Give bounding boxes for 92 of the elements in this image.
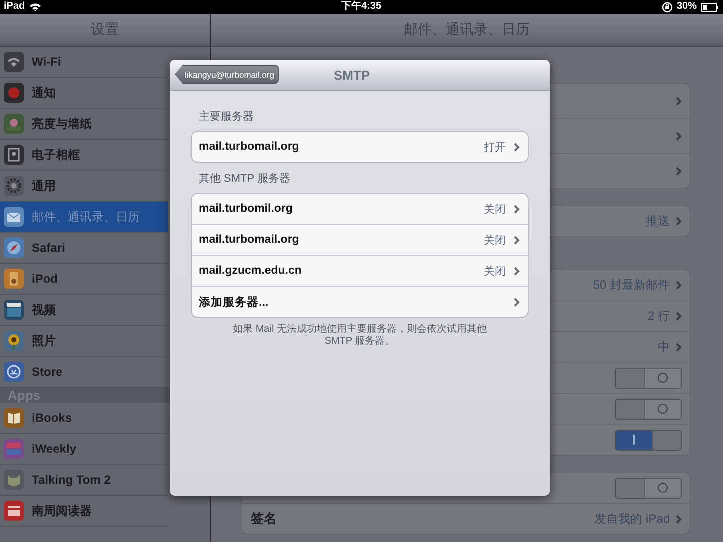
item-label: Wi-Fi (32, 55, 62, 69)
item-label: Talking Tom 2 (32, 473, 111, 487)
row-value: 发自我的 iPad (594, 510, 670, 528)
sidebar-item[interactable]: Talking Tom 2 (0, 465, 168, 496)
row-value: 2 行 (648, 308, 670, 324)
item-label: 照片 (32, 332, 56, 350)
chevron-icon (676, 514, 682, 524)
item-label: 亮度与墙纸 (32, 116, 92, 132)
row-label: 签名 (251, 510, 277, 528)
sidebar-item[interactable]: Safari (0, 233, 168, 264)
server-row[interactable]: mail.turbomil.org 关闭 (192, 194, 528, 225)
detail-title: 邮件、通讯录、日历 (404, 21, 530, 39)
wifi-icon (29, 2, 42, 12)
item-label: Safari (32, 241, 66, 255)
sidebar-item[interactable]: 亮度与墙纸 (0, 109, 168, 140)
chevron-icon (514, 266, 520, 276)
gear-icon (4, 176, 24, 196)
sidebar-item[interactable]: 邮件、通讯录、日历 (0, 202, 168, 233)
chevron-icon (676, 312, 682, 320)
server-status: 打开 (484, 140, 506, 154)
chevron-icon (514, 142, 520, 152)
chevron-icon (676, 280, 682, 290)
server-row[interactable]: mail.turbomail.org 关闭 (192, 225, 528, 256)
envelope-icon (4, 207, 24, 227)
item-label: 电子相框 (32, 146, 80, 164)
item-label: iBooks (32, 411, 72, 425)
chevron-icon (514, 298, 520, 306)
sidebar-item[interactable]: Wi-Fi (0, 47, 168, 78)
sidebar-item[interactable]: 南周阅读器 (0, 496, 168, 527)
device-name: iPad (4, 1, 26, 13)
row-value: 50 封最新邮件 (593, 276, 670, 294)
back-button[interactable]: likangyu@turbomail.org (175, 65, 280, 84)
server-name: 添加服务器... (199, 295, 269, 310)
sidebar-item[interactable]: 照片 (0, 326, 168, 357)
toggle-switch[interactable] (615, 430, 682, 450)
item-label: 视频 (32, 302, 56, 318)
server-row[interactable]: mail.turbomail.org 打开 (192, 132, 528, 162)
item-label: Store (32, 365, 63, 379)
item-label: 通知 (32, 84, 56, 102)
sidebar-item[interactable]: iPod (0, 264, 168, 295)
item-label: 南周阅读器 (32, 502, 92, 520)
server-row[interactable]: 添加服务器... (192, 287, 528, 317)
newspaper-icon (4, 501, 24, 521)
item-label: 邮件、通讯录、日历 (32, 208, 140, 226)
chevron-icon (676, 166, 682, 176)
compass-icon (4, 238, 24, 258)
section-header: 其他 SMTP 服务器 (198, 172, 292, 187)
item-label: 通用 (32, 178, 56, 194)
section-header: 主要服务器 (198, 110, 255, 125)
sidebar-item[interactable]: iWeekly (0, 434, 168, 465)
server-name: mail.turbomail.org (199, 234, 300, 246)
chevron-icon (676, 216, 682, 226)
music-player-icon (4, 269, 24, 289)
toggle-switch[interactable] (615, 398, 682, 420)
book-icon (4, 408, 24, 428)
popover-title: SMTP (334, 68, 370, 82)
cat-icon (4, 470, 24, 490)
server-name: mail.turbomail.org (199, 141, 300, 153)
sidebar-item[interactable]: 电子相框 (0, 140, 168, 171)
row-value: 中 (658, 338, 670, 356)
sidebar-title: 设置 (91, 21, 119, 39)
chevron-icon (514, 236, 520, 244)
sidebar-item[interactable]: iBooks (0, 403, 168, 434)
wifi-icon (4, 52, 24, 72)
item-label: iWeekly (32, 442, 76, 456)
server-name: mail.gzucm.edu.cn (199, 265, 302, 277)
sidebar-item[interactable]: 通知 (0, 78, 168, 109)
toggle-switch[interactable] (615, 478, 682, 498)
server-name: mail.turbomil.org (199, 203, 293, 215)
item-label: iPod (32, 272, 58, 286)
flower-icon (4, 114, 24, 134)
battery-percent: 30% (676, 1, 697, 13)
clock-time: 下午4:35 (341, 1, 382, 13)
server-row[interactable]: mail.gzucm.edu.cn 关闭 (192, 256, 528, 287)
clapperboard-icon (4, 300, 24, 320)
rotation-lock-icon (662, 2, 673, 12)
chevron-icon (514, 204, 520, 214)
sunflower-icon (4, 331, 24, 351)
chevron-icon (676, 96, 682, 106)
sidebar-item[interactable]: 视频 (0, 295, 168, 326)
toggle-switch[interactable] (615, 368, 682, 388)
notification-icon (4, 83, 24, 103)
footer-note: 如果 Mail 无法成功地使用主要服务器，则会依次试用其他 SMTP 服务器。 (232, 324, 488, 348)
server-status: 关闭 (484, 234, 506, 248)
server-status: 关闭 (484, 264, 506, 278)
battery-icon (700, 2, 719, 12)
server-status: 关闭 (484, 202, 506, 216)
magazine-icon (4, 439, 24, 459)
chevron-icon (676, 342, 682, 352)
row-value: 推送 (646, 212, 670, 230)
photo-frame-icon (4, 145, 24, 165)
chevron-icon (676, 132, 682, 140)
